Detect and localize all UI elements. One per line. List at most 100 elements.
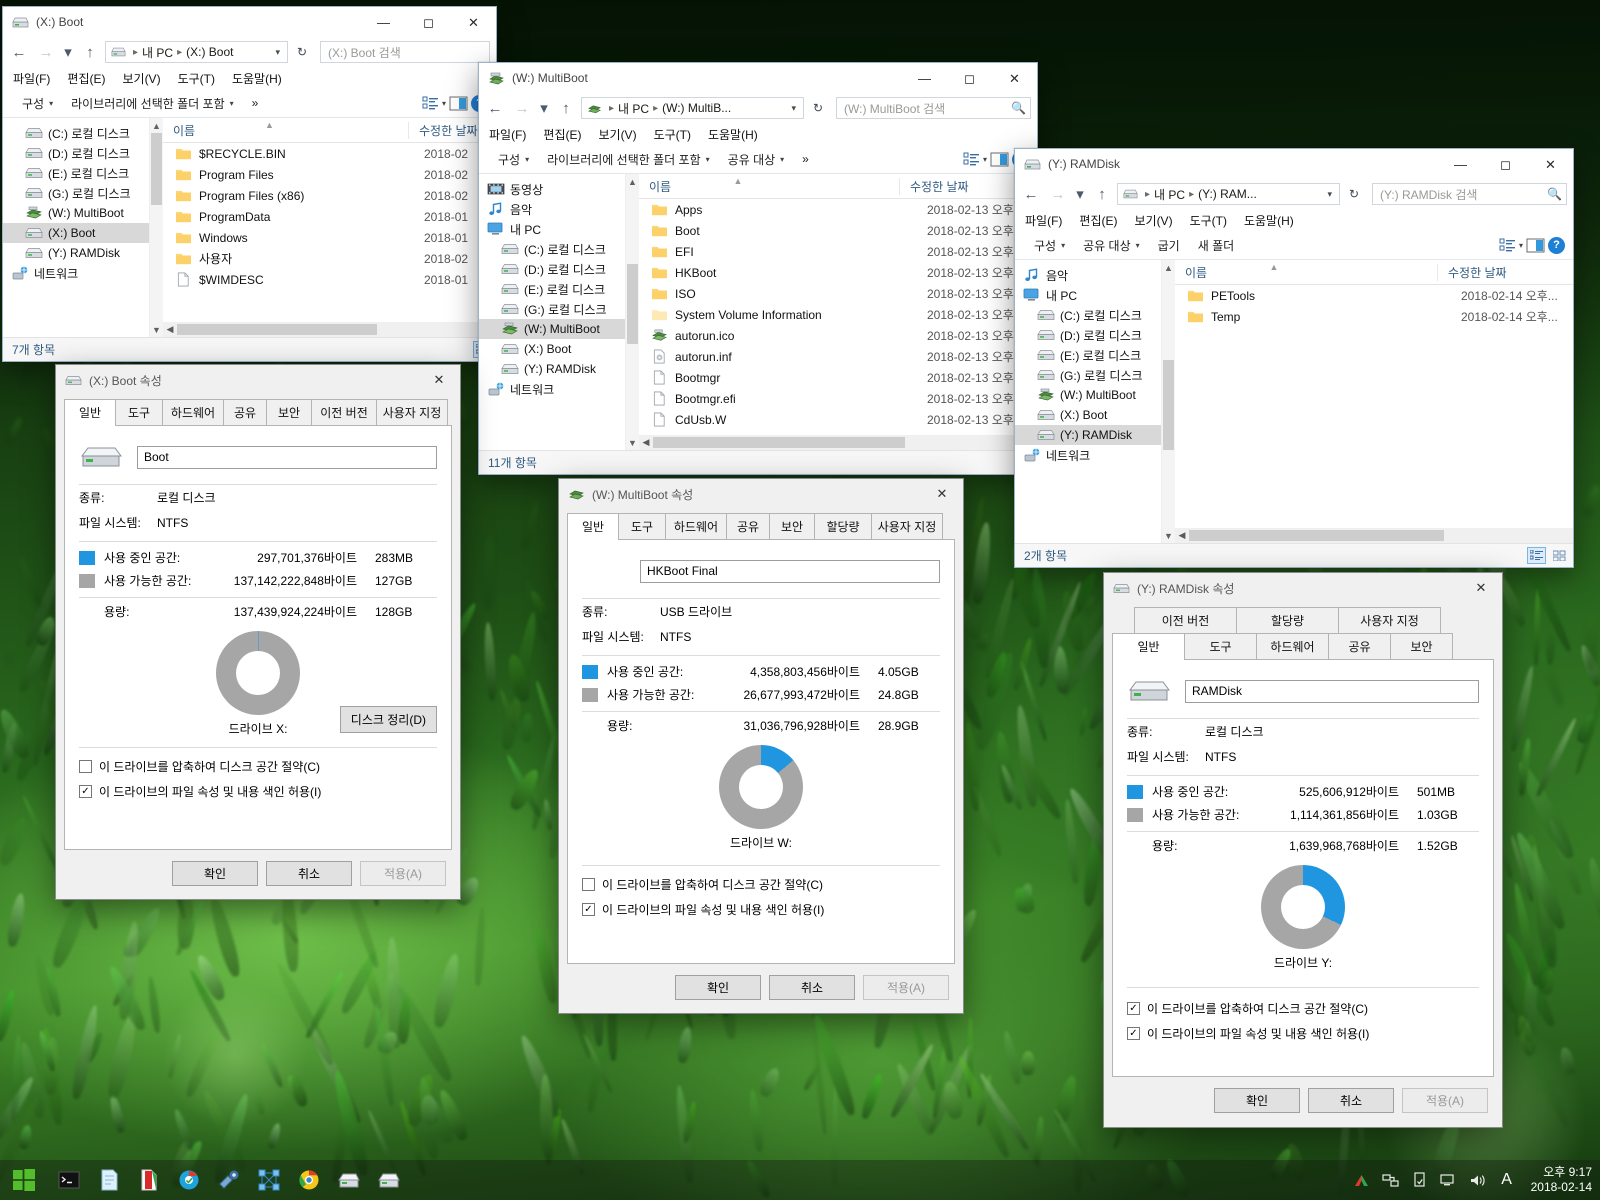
display-icon[interactable] — [1440, 1171, 1458, 1189]
scroll-thumb[interactable] — [177, 324, 377, 335]
chevron-down-icon[interactable]: ▾ — [1322, 189, 1337, 200]
menu-tools[interactable]: 도구(T) — [1190, 212, 1227, 229]
dialog-titlebar[interactable]: (X:) Boot 속성 ✕ — [56, 365, 460, 395]
preview-pane-icon[interactable] — [449, 96, 468, 111]
dialog-buttons[interactable]: 확인 취소 적용(A) — [56, 850, 460, 897]
file-row[interactable]: CdUsb.W 2018-02-13 오후... — [639, 409, 1037, 430]
search-input[interactable]: (Y:) RAMDisk 검색 🔍 — [1372, 183, 1567, 205]
organize-button[interactable]: 구성 ▾ — [13, 91, 62, 116]
nav-item--x-boot[interactable]: (X:) Boot — [479, 339, 639, 359]
horizontal-scrollbar[interactable]: ◀ — [1175, 528, 1573, 543]
compress-checkbox[interactable] — [582, 878, 595, 891]
tab-하드웨어[interactable]: 하드웨어 — [1256, 633, 1329, 659]
tab-할당량[interactable]: 할당량 — [814, 513, 872, 539]
tab-도구[interactable]: 도구 — [115, 399, 163, 425]
search-input[interactable]: (X:) Boot 검색 — [320, 41, 490, 63]
file-row[interactable]: Windows 2018-01 — [163, 227, 496, 248]
tab-공유[interactable]: 공유 — [1328, 633, 1391, 659]
chevron-down-icon[interactable]: ▾ — [786, 103, 801, 114]
burn-button[interactable]: 굽기 — [1149, 233, 1189, 258]
file-row[interactable]: PETools 2018-02-14 오후... — [1175, 285, 1573, 306]
column-headers[interactable]: 이름 수정한 날짜 ▲ — [1175, 260, 1573, 285]
menu-view[interactable]: 보기(V) — [1134, 212, 1172, 229]
file-list-pane[interactable]: 이름 수정한 날짜 ▲ PETools 2018-02-14 오후... Temp 2… — [1175, 260, 1573, 543]
minimize-button[interactable]: — — [1438, 149, 1483, 179]
up-button[interactable]: ↑ — [78, 40, 102, 64]
taskbar-pdf-reader-icon[interactable] — [132, 1160, 166, 1200]
scroll-left-icon[interactable]: ◀ — [163, 324, 177, 335]
properties-dialog-multiboot[interactable]: (W:) MultiBoot 속성 ✕ 일반 도구 하드웨어 공유 보안 할당량 사용자 지… — [558, 478, 964, 1014]
breadcrumb-pc[interactable]: 내 PC — [142, 44, 173, 61]
horizontal-scrollbar[interactable]: ◀ — [163, 322, 496, 337]
forward-button[interactable]: → — [1046, 182, 1070, 206]
view-options-icon[interactable] — [963, 152, 980, 167]
overflow-button[interactable]: » — [243, 92, 268, 114]
disk-cleanup-button[interactable]: 디스크 정리(D) — [339, 706, 437, 733]
compress-checkbox[interactable] — [79, 760, 92, 773]
large-icons-view-button[interactable] — [1550, 547, 1569, 564]
start-button[interactable] — [0, 1160, 48, 1200]
taskbar-network-app-icon[interactable] — [252, 1160, 286, 1200]
scroll-thumb[interactable] — [151, 133, 162, 205]
address-bar[interactable]: ← → ▾ ↑ ▸ 내 PC ▸ (Y:) RAM... ▾ ↻ (Y:) RA… — [1015, 179, 1573, 209]
tab-도구[interactable]: 도구 — [1184, 633, 1257, 659]
compress-checkbox-row[interactable]: ✓ 이 드라이브를 압축하여 디스크 공간 절약(C) — [1113, 996, 1493, 1021]
nav-item--y-ramdisk[interactable]: (Y:) RAMDisk — [479, 359, 639, 379]
menu-help[interactable]: 도움말(H) — [708, 126, 758, 143]
nav-item--c-로컬-디스크[interactable]: (C:) 로컬 디스크 — [3, 123, 163, 143]
maximize-button[interactable]: ◻ — [947, 63, 992, 93]
file-row[interactable]: Bootmgr 2018-02-13 오후... — [639, 367, 1037, 388]
nav-item--g-로컬-디스크[interactable]: (G:) 로컬 디스크 — [479, 299, 639, 319]
scroll-down-icon[interactable]: ▼ — [1162, 528, 1175, 543]
share-with-button[interactable]: 공유 대상 ▾ — [719, 147, 794, 172]
forward-button[interactable]: → — [34, 40, 58, 64]
tab-보안[interactable]: 보안 — [1390, 633, 1453, 659]
scroll-up-icon[interactable]: ▲ — [626, 174, 639, 189]
file-row[interactable]: $RECYCLE.BIN 2018-02 — [163, 143, 496, 164]
menu-file[interactable]: 파일(F) — [489, 126, 526, 143]
taskbar-browser-alt-icon[interactable] — [172, 1160, 206, 1200]
breadcrumb-current[interactable]: (Y:) RAM... — [1198, 187, 1257, 201]
tab-strip[interactable]: 일반 도구 하드웨어 공유 보안 이전 버전 사용자 지정 — [56, 395, 460, 426]
tab-strip[interactable]: 일반 도구 하드웨어 공유 보안 할당량 사용자 지정 — [559, 509, 963, 540]
menu-bar[interactable]: 파일(F) 편집(E) 보기(V) 도구(T) 도움말(H) — [1015, 209, 1573, 231]
chevron-down-icon[interactable]: ▾ — [1519, 241, 1523, 250]
address-bar[interactable]: ← → ▾ ↑ ▸ 내 PC ▸ (X:) Boot ▾ ↻ (X:) Boot… — [3, 37, 496, 67]
nav-item--w-multiboot[interactable]: (W:) MultiBoot — [479, 319, 639, 339]
back-button[interactable]: ← — [7, 40, 31, 64]
scroll-left-icon[interactable]: ◀ — [1175, 530, 1189, 541]
volume-label-input[interactable]: HKBoot Final — [640, 559, 940, 583]
index-checkbox[interactable]: ✓ — [582, 903, 595, 916]
close-button[interactable]: ✕ — [1528, 149, 1573, 179]
ime-icon[interactable]: A — [1498, 1171, 1516, 1189]
file-row[interactable]: System Volume Information 2018-02-13 오후..… — [639, 304, 1037, 325]
tab-공유[interactable]: 공유 — [726, 513, 770, 539]
tab-strip[interactable]: 이전 버전 할당량 사용자 지정 일반 도구 하드웨어 공유 보안 — [1104, 603, 1502, 660]
nav-scrollbar[interactable]: ▲ ▼ — [149, 118, 163, 337]
overflow-button[interactable]: » — [793, 148, 818, 170]
taskbar-command-prompt-icon[interactable] — [52, 1160, 86, 1200]
file-row[interactable]: ProgramData 2018-01 — [163, 206, 496, 227]
nav-item-내-pc[interactable]: 내 PC — [479, 219, 639, 239]
system-tray[interactable]: A 오후 9:17 2018-02-14 — [1353, 1165, 1600, 1195]
window-controls[interactable]: — ◻ ✕ — [1438, 149, 1573, 179]
file-list[interactable]: Apps 2018-02-13 오후... Boot 2018-02-13 오후...… — [639, 199, 1037, 430]
titlebar[interactable]: (Y:) RAMDisk — ◻ ✕ — [1015, 149, 1573, 179]
breadcrumb-pc[interactable]: 내 PC — [1154, 186, 1185, 203]
ok-button[interactable]: 확인 — [172, 861, 258, 886]
scroll-thumb[interactable] — [1189, 530, 1444, 541]
dialog-titlebar[interactable]: (W:) MultiBoot 속성 ✕ — [559, 479, 963, 509]
menu-tools[interactable]: 도구(T) — [178, 70, 215, 87]
nav-item--d-로컬-디스크[interactable]: (D:) 로컬 디스크 — [3, 143, 163, 163]
chevron-down-icon[interactable]: ▾ — [983, 155, 987, 164]
nav-scrollbar[interactable]: ▲ ▼ — [1161, 260, 1175, 543]
menu-file[interactable]: 파일(F) — [13, 70, 50, 87]
nav-item--x-boot[interactable]: (X:) Boot — [3, 223, 163, 243]
nav-item--d-로컬-디스크[interactable]: (D:) 로컬 디스크 — [479, 259, 639, 279]
search-input[interactable]: (W:) MultiBoot 검색 🔍 — [836, 97, 1031, 119]
index-checkbox-row[interactable]: ✓ 이 드라이브의 파일 속성 및 내용 색인 허용(I) — [1113, 1021, 1493, 1046]
column-headers[interactable]: 이름 수정한 날짜 ▲ — [639, 174, 1037, 199]
compress-checkbox-row[interactable]: 이 드라이브를 압축하여 디스크 공간 절약(C) — [65, 754, 451, 779]
ok-button[interactable]: 확인 — [1214, 1088, 1300, 1113]
scroll-down-icon[interactable]: ▼ — [626, 435, 639, 450]
